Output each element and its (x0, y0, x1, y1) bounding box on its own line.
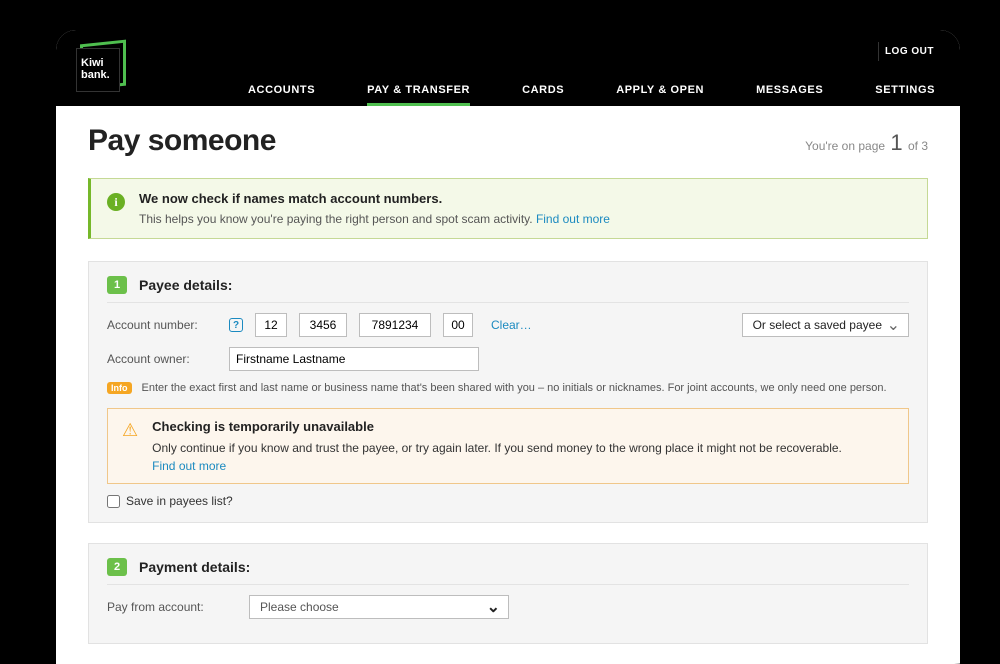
clear-account-link[interactable]: Clear… (491, 318, 532, 332)
nav-messages[interactable]: MESSAGES (756, 84, 823, 106)
content: Pay someone You're on page 1 of 3 i We n… (56, 106, 960, 644)
pay-from-select[interactable]: Please choose (249, 595, 509, 619)
account-owner-label: Account owner: (107, 352, 217, 366)
nav-settings[interactable]: SETTINGS (875, 84, 935, 106)
warn-title: Checking is temporarily unavailable (152, 419, 842, 434)
account-branch-input[interactable] (299, 313, 347, 337)
pay-from-label: Pay from account: (107, 600, 237, 614)
account-account-input[interactable] (359, 313, 431, 337)
name-match-banner: i We now check if names match account nu… (88, 178, 928, 239)
warn-body: Only continue if you know and trust the … (152, 440, 842, 457)
nav-apply-open[interactable]: APPLY & OPEN (616, 84, 704, 106)
logo[interactable]: Kiwi bank. (74, 40, 128, 94)
account-number-help-icon[interactable]: ? (229, 318, 243, 332)
checking-unavailable-banner: ⚠ Checking is temporarily unavailable On… (107, 408, 909, 484)
banner-find-out-more-link[interactable]: Find out more (536, 212, 610, 226)
saved-payee-select[interactable]: Or select a saved payee (742, 313, 909, 337)
payment-details-panel: 2 Payment details: Pay from account: Ple… (88, 543, 928, 644)
logo-text-1: Kiwi (81, 57, 115, 69)
owner-hint-text: Enter the exact first and last name or b… (142, 381, 887, 396)
nav-accounts[interactable]: ACCOUNTS (248, 84, 315, 106)
account-suffix-input[interactable] (443, 313, 473, 337)
payee-details-panel: 1 Payee details: Account number: ? Clear… (88, 261, 928, 523)
main-nav: ACCOUNTS PAY & TRANSFER CARDS APPLY & OP… (248, 84, 942, 106)
nav-cards[interactable]: CARDS (522, 84, 564, 106)
logo-text-2: bank. (81, 69, 115, 81)
warn-find-out-more-link[interactable]: Find out more (152, 459, 842, 473)
account-bank-input[interactable] (255, 313, 287, 337)
nav-pay-transfer[interactable]: PAY & TRANSFER (367, 84, 470, 106)
save-payee-checkbox[interactable] (107, 495, 120, 508)
account-owner-input[interactable] (229, 347, 479, 371)
top-bar: Kiwi bank. ACCOUNTS PAY & TRANSFER CARDS… (56, 30, 960, 106)
account-number-label: Account number: (107, 318, 217, 332)
banner-body: This helps you know you're paying the ri… (139, 212, 536, 226)
save-payee-label: Save in payees list? (126, 494, 233, 508)
banner-title: We now check if names match account numb… (139, 191, 610, 206)
warning-icon: ⚠ (122, 421, 138, 439)
payment-heading: Payment details: (139, 559, 250, 575)
page-title: Pay someone (88, 124, 276, 158)
page-progress: You're on page 1 of 3 (805, 130, 928, 156)
step-badge: 1 (107, 276, 127, 294)
info-badge: Info (107, 382, 132, 394)
payee-heading: Payee details: (139, 277, 232, 293)
logout-link[interactable]: LOG OUT (878, 42, 940, 61)
step-badge: 2 (107, 558, 127, 576)
info-icon: i (107, 193, 125, 211)
